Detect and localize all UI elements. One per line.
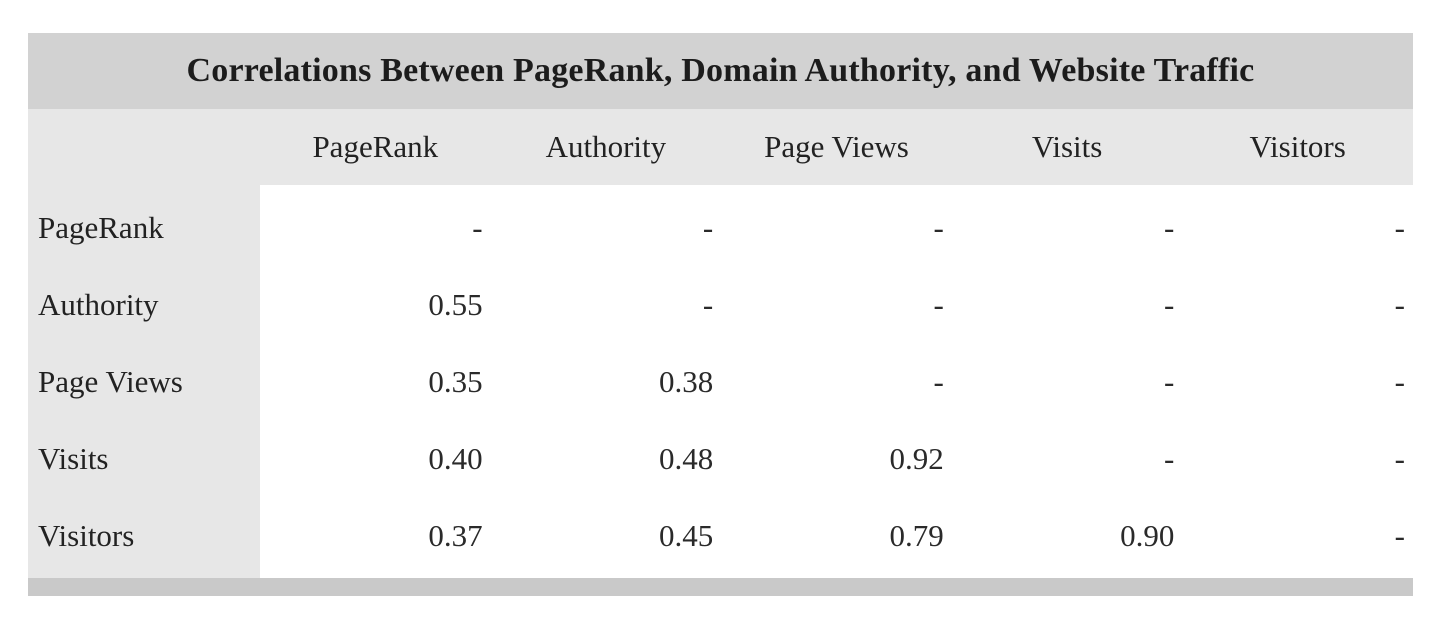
cell-authority-pagerank: 0.55 (428, 286, 483, 322)
table-header-row: PageRank Authority Page Views Visits Vis… (28, 109, 1413, 185)
table-body: PageRank - - - - - Authority 0.55 - - - … (28, 185, 1413, 578)
cell-visits-pagerank: 0.40 (428, 440, 483, 476)
table-row: Authority 0.55 - - - - (28, 266, 1413, 343)
table-row: Visitors 0.37 0.45 0.79 0.90 - (28, 497, 1413, 574)
column-header-pagerank: PageRank (312, 129, 439, 164)
table-row: PageRank - - - - - (28, 189, 1413, 266)
table-footer-band (28, 578, 1413, 596)
cell-authority-visitors: - (1394, 286, 1405, 322)
table-row: Page Views 0.35 0.38 - - - (28, 343, 1413, 420)
cell-page-views-page-views: - (933, 363, 944, 399)
header-cell-group: PageRank Authority Page Views Visits Vis… (260, 129, 1413, 165)
cell-authority-authority: - (702, 286, 714, 322)
cell-pagerank-visitors: - (1394, 209, 1405, 245)
column-header-page-views: Page Views (764, 129, 909, 164)
row-label-page-views: Page Views (38, 363, 183, 399)
row-cell-group: 0.37 0.45 0.79 0.90 - (260, 518, 1413, 554)
cell-visits-authority: 0.48 (658, 440, 714, 476)
cell-visitors-visitors: - (1394, 517, 1405, 553)
row-label-visits: Visits (38, 440, 109, 476)
cell-page-views-pagerank: 0.35 (428, 363, 483, 399)
cell-visitors-authority: 0.45 (658, 517, 714, 553)
row-label-pagerank: PageRank (38, 209, 164, 245)
cell-visitors-visits: 0.90 (1120, 517, 1175, 553)
row-label-visitors: Visitors (38, 517, 135, 553)
cell-page-views-authority: 0.38 (658, 363, 714, 399)
row-cell-group: 0.35 0.38 - - - (260, 364, 1413, 400)
row-label-authority: Authority (38, 286, 159, 322)
column-header-visitors: Visitors (1249, 129, 1346, 164)
column-header-authority: Authority (545, 129, 667, 164)
cell-visits-visitors: - (1394, 440, 1405, 476)
cell-authority-page-views: - (933, 286, 944, 322)
cell-visits-visits: - (1164, 440, 1175, 476)
cell-pagerank-pagerank: - (472, 209, 483, 245)
cell-pagerank-page-views: - (933, 209, 944, 245)
row-cell-group: 0.55 - - - - (260, 287, 1413, 323)
cell-authority-visits: - (1164, 286, 1175, 322)
row-cell-group: - - - - - (260, 210, 1413, 246)
column-header-visits: Visits (1031, 129, 1103, 164)
cell-visitors-page-views: 0.79 (889, 517, 944, 553)
cell-visits-page-views: 0.92 (889, 440, 944, 476)
cell-page-views-visits: - (1164, 363, 1175, 399)
table-title-band: Correlations Between PageRank, Domain Au… (28, 33, 1413, 109)
cell-visitors-pagerank: 0.37 (428, 517, 483, 553)
cell-pagerank-authority: - (702, 209, 714, 245)
cell-pagerank-visits: - (1164, 209, 1175, 245)
page-title: Correlations Between PageRank, Domain Au… (186, 52, 1255, 89)
table-row: Visits 0.40 0.48 0.92 - - (28, 420, 1413, 497)
row-cell-group: 0.40 0.48 0.92 - - (260, 441, 1413, 477)
cell-page-views-visitors: - (1394, 363, 1405, 399)
correlation-table: Correlations Between PageRank, Domain Au… (28, 33, 1413, 596)
